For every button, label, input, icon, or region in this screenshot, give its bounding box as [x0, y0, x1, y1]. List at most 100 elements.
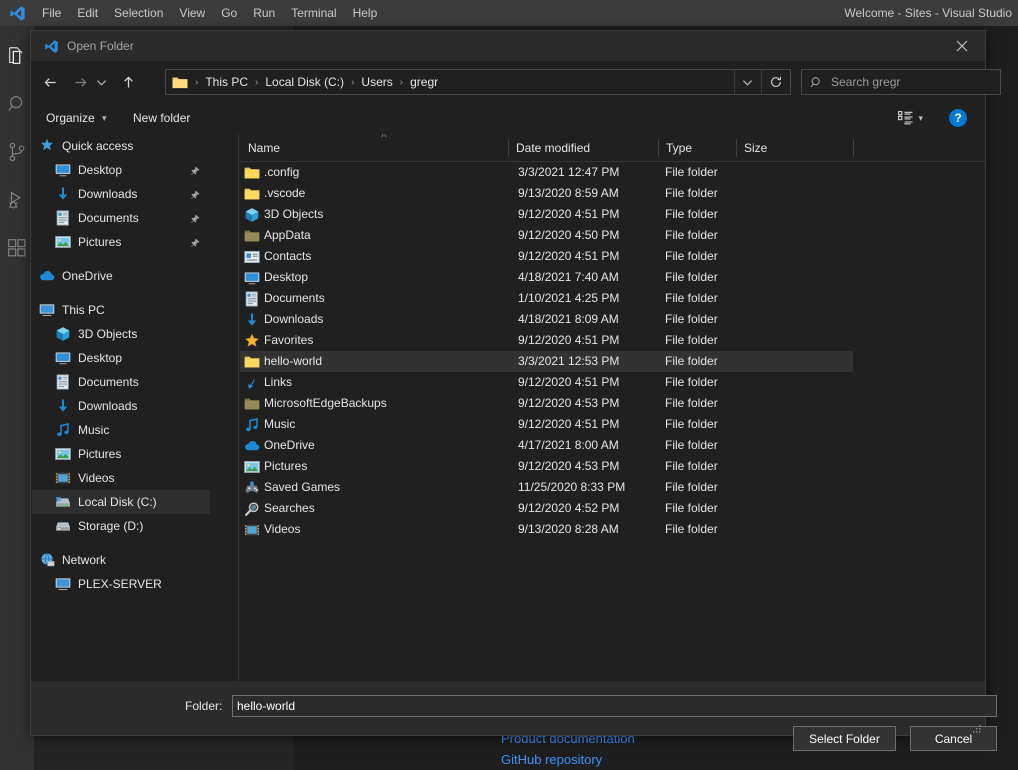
cloud-icon: [38, 267, 56, 285]
nav-item-label: Quick access: [62, 139, 134, 153]
menu-run[interactable]: Run: [245, 0, 283, 26]
table-row[interactable]: AppData 9/12/2020 4:50 PM File folder: [240, 225, 985, 246]
vscode-menubar: File Edit Selection View Go Run Terminal…: [0, 0, 1018, 26]
cell-name: OneDrive: [264, 438, 315, 452]
nav-item-onedrive[interactable]: OneDrive: [32, 264, 210, 288]
table-row[interactable]: Searches 9/12/2020 4:52 PM File folder: [240, 498, 985, 519]
explorer-icon[interactable]: [0, 32, 34, 80]
forward-button[interactable]: [67, 68, 93, 96]
menu-help[interactable]: Help: [345, 0, 386, 26]
menu-terminal[interactable]: Terminal: [283, 0, 344, 26]
table-row[interactable]: .config 3/3/2021 12:47 PM File folder: [240, 162, 985, 183]
cell-date-modified: 4/18/2021 8:09 AM: [518, 312, 619, 326]
nav-item-music[interactable]: Music: [32, 418, 210, 442]
table-row[interactable]: OneDrive 4/17/2021 8:00 AM File folder: [240, 435, 985, 456]
nav-item-videos[interactable]: Videos: [32, 466, 210, 490]
refresh-icon[interactable]: [761, 70, 789, 94]
select-folder-button[interactable]: Select Folder: [793, 726, 896, 751]
breadcrumb-item-local-disk[interactable]: Local Disk (C:): [260, 75, 349, 89]
cell-name: Pictures: [264, 459, 308, 473]
breadcrumb-item-gregr[interactable]: gregr: [405, 75, 443, 89]
view-list-icon[interactable]: [898, 111, 914, 125]
nav-item-storage-d[interactable]: Storage (D:): [32, 514, 210, 538]
nav-item-pictures[interactable]: Pictures: [32, 442, 210, 466]
view-options[interactable]: ▾: [898, 103, 923, 133]
nav-item-quick-access[interactable]: Quick access: [32, 134, 210, 158]
table-row[interactable]: Links 9/12/2020 4:51 PM File folder: [240, 372, 985, 393]
nav-item-pictures[interactable]: Pictures: [32, 230, 210, 254]
nav-item-documents[interactable]: Documents: [32, 370, 210, 394]
column-header-size[interactable]: Size: [736, 134, 816, 162]
source-control-icon[interactable]: [0, 128, 34, 176]
table-row[interactable]: Downloads 4/18/2021 8:09 AM File folder: [240, 309, 985, 330]
table-row[interactable]: MicrosoftEdgeBackups 9/12/2020 4:53 PM Fil…: [240, 393, 985, 414]
menu-selection[interactable]: Selection: [106, 0, 171, 26]
pin-icon[interactable]: [190, 235, 200, 253]
table-row[interactable]: Desktop 4/18/2021 7:40 AM File folder: [240, 267, 985, 288]
table-row[interactable]: Favorites 9/12/2020 4:51 PM File folder: [240, 330, 985, 351]
table-row[interactable]: Documents 1/10/2021 4:25 PM File folder: [240, 288, 985, 309]
menu-edit[interactable]: Edit: [69, 0, 106, 26]
menu-view[interactable]: View: [171, 0, 213, 26]
welcome-link-github-repository[interactable]: GitHub repository: [501, 752, 602, 767]
new-folder-button[interactable]: New folder: [133, 103, 190, 133]
table-row[interactable]: .vscode 9/13/2020 8:59 AM File folder: [240, 183, 985, 204]
search-icon[interactable]: [0, 80, 34, 128]
nav-item-documents[interactable]: Documents: [32, 206, 210, 230]
help-button[interactable]: ?: [949, 109, 967, 127]
desktop-icon: [244, 270, 260, 286]
column-header-date-modified[interactable]: Date modified: [508, 134, 658, 162]
dialog-titlebar[interactable]: Open Folder: [31, 31, 985, 61]
nav-item-desktop[interactable]: Desktop: [32, 346, 210, 370]
nav-item-plex-server[interactable]: PLEX-SERVER: [32, 572, 210, 596]
cell-type: File folder: [665, 333, 718, 347]
documents-icon: [54, 209, 72, 227]
chevron-down-icon[interactable]: ▾: [918, 113, 923, 124]
pane-splitter[interactable]: [238, 134, 239, 682]
up-button[interactable]: [115, 68, 141, 96]
column-header-type[interactable]: Type: [658, 134, 736, 162]
cell-type: File folder: [665, 312, 718, 326]
nav-item-local-disk-c[interactable]: Local Disk (C:): [32, 490, 210, 514]
menu-file[interactable]: File: [34, 0, 69, 26]
search-input[interactable]: Search gregr: [801, 69, 1001, 95]
cell-date-modified: 9/12/2020 4:51 PM: [518, 375, 620, 389]
table-row[interactable]: Contacts 9/12/2020 4:51 PM File folder: [240, 246, 985, 267]
pin-icon[interactable]: [190, 163, 200, 181]
table-row[interactable]: 3D Objects 9/12/2020 4:51 PM File folder: [240, 204, 985, 225]
nav-item-desktop[interactable]: Desktop: [32, 158, 210, 182]
star-icon: [244, 333, 260, 349]
run-and-debug-icon[interactable]: [0, 176, 34, 224]
nav-item-3d-objects[interactable]: 3D Objects: [32, 322, 210, 346]
resize-grip-icon[interactable]: [970, 721, 982, 733]
nav-item-downloads[interactable]: Downloads: [32, 394, 210, 418]
recent-locations-button[interactable]: [91, 68, 111, 96]
nav-item-this-pc[interactable]: This PC: [32, 298, 210, 322]
breadcrumb-item-users[interactable]: Users: [356, 75, 397, 89]
extensions-icon[interactable]: [0, 224, 34, 272]
cancel-button[interactable]: Cancel: [910, 726, 997, 751]
navigation-pane: Quick access Desktop Downloads Documents Pic…: [32, 134, 210, 682]
chevron-down-icon[interactable]: ▾: [102, 103, 107, 133]
close-icon[interactable]: [939, 31, 985, 61]
table-row[interactable]: Music 9/12/2020 4:51 PM File folder: [240, 414, 985, 435]
chevron-down-icon[interactable]: [734, 70, 760, 94]
table-row[interactable]: hello-world 3/3/2021 12:53 PM File folder: [240, 351, 985, 372]
pin-icon[interactable]: [190, 187, 200, 205]
back-button[interactable]: [37, 68, 63, 96]
table-row[interactable]: Pictures 9/12/2020 4:53 PM File folder: [240, 456, 985, 477]
table-row[interactable]: Saved Games 11/25/2020 8:33 PM File folder: [240, 477, 985, 498]
folder-name-input[interactable]: [232, 695, 997, 717]
address-bar[interactable]: › This PC › Local Disk (C:) › Users › gr…: [165, 69, 791, 95]
breadcrumb-item-this-pc[interactable]: This PC: [200, 75, 253, 89]
organize-button[interactable]: Organize: [46, 103, 95, 133]
nav-item-label: Downloads: [78, 187, 138, 201]
menu-go[interactable]: Go: [213, 0, 245, 26]
folder-icon: [244, 186, 260, 202]
column-header-name[interactable]: Name: [240, 134, 508, 162]
nav-item-downloads[interactable]: Downloads: [32, 182, 210, 206]
table-row[interactable]: Videos 9/13/2020 8:28 AM File folder: [240, 519, 985, 540]
nav-item-network[interactable]: Network: [32, 548, 210, 572]
pictures-icon: [54, 233, 72, 251]
pin-icon[interactable]: [190, 211, 200, 229]
